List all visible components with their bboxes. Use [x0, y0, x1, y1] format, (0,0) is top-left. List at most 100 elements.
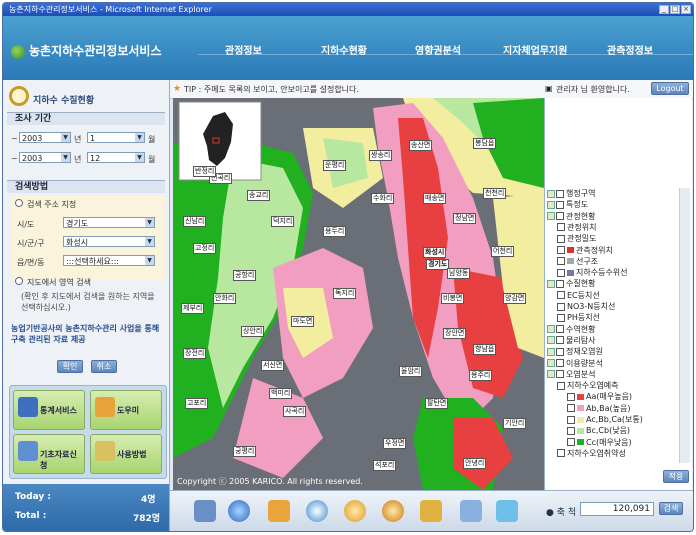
cancel-button[interactable]: 취소 — [91, 360, 117, 373]
tree-scrollbar[interactable] — [679, 188, 690, 463]
zoom-out-icon[interactable] — [382, 500, 404, 522]
basic-data-request-button[interactable]: 기초자료신청 — [13, 434, 85, 474]
layer-tree-item[interactable]: Aa(매우높음) — [567, 391, 632, 402]
layer-checkbox[interactable] — [557, 449, 565, 458]
layer-checkbox[interactable] — [556, 347, 564, 356]
layer-tree-item[interactable]: 행정구역 — [547, 188, 595, 199]
map-view[interactable]: 화성시 경기도 남양동 송산면 마도면 서신면 우정면 장안면 향남읍 정남면 … — [173, 98, 544, 490]
layer-tree-item[interactable]: Cc(매우낮음) — [567, 437, 632, 448]
layer-tree-item[interactable]: NO3-N등치선 — [557, 301, 615, 312]
zoom-in-icon[interactable] — [344, 500, 366, 522]
layer-tree-item[interactable]: 선구조 — [557, 256, 598, 267]
layer-checkbox[interactable] — [567, 438, 575, 447]
layer-checkbox[interactable] — [556, 359, 564, 367]
globe-icon[interactable] — [228, 500, 250, 522]
logout-button[interactable]: Logout — [651, 82, 689, 95]
measure-icon[interactable] — [460, 500, 482, 522]
nav-item-local-gov-support[interactable]: 지자체업무지원 — [503, 42, 567, 57]
layer-checkbox[interactable] — [567, 404, 575, 413]
layer-checkbox[interactable] — [557, 313, 565, 322]
stat-label-total: Total : — [15, 511, 47, 521]
layer-tree-item[interactable]: 물리탐사 — [547, 335, 595, 346]
layer-checkbox[interactable] — [567, 415, 575, 424]
expand-icon[interactable] — [547, 189, 555, 198]
emd-select[interactable]: :::선택하세요::: ▼ — [63, 255, 155, 266]
nav-item-influence-analysis[interactable]: 영향권분석 — [415, 42, 461, 57]
expand-icon[interactable] — [547, 212, 555, 221]
layer-checkbox[interactable] — [567, 392, 575, 401]
apply-button[interactable]: 적용 — [663, 470, 689, 483]
layer-tree-item[interactable]: 관정위치 — [557, 222, 596, 233]
layer-tree-item[interactable]: 지하수오염취약성 — [557, 448, 626, 459]
layer-checkbox[interactable] — [556, 336, 564, 345]
to-month-select[interactable]: 12 ▼ — [87, 152, 145, 163]
layer-tree-item[interactable]: 오염분석 — [547, 369, 595, 380]
confirm-button[interactable]: 확인 — [57, 360, 83, 373]
from-month-select[interactable]: 1 ▼ — [87, 132, 145, 143]
site-logo[interactable]: 농촌지하수관리정보서비스 — [11, 42, 161, 59]
layer-checkbox[interactable] — [556, 370, 564, 379]
layer-checkbox[interactable] — [556, 200, 564, 209]
expand-icon[interactable] — [547, 279, 555, 288]
survey-period-heading: 조사 기간 — [7, 112, 165, 125]
layer-checkbox[interactable] — [567, 426, 575, 435]
layer-checkbox[interactable] — [556, 212, 564, 221]
layer-tree-item[interactable]: 관정밀도 — [557, 233, 596, 244]
layer-checkbox[interactable] — [556, 189, 564, 198]
layer-tree-item[interactable]: 수질현황 — [547, 278, 595, 289]
layer-checkbox[interactable] — [557, 246, 565, 254]
monitor-icon[interactable] — [194, 500, 216, 522]
box-icon[interactable] — [268, 500, 290, 522]
helper-button[interactable]: 도우미 — [90, 390, 162, 430]
layer-checkbox[interactable] — [557, 257, 565, 266]
layer-tree-item[interactable]: Ac,Bb,Ca(보통) — [567, 414, 643, 425]
layer-checkbox[interactable] — [557, 381, 565, 390]
scale-search-button[interactable]: 검색 — [659, 502, 683, 515]
nav-item-groundwater-status[interactable]: 지하수현황 — [321, 42, 367, 57]
layer-checkbox[interactable] — [557, 291, 565, 300]
layer-tree-item[interactable]: 정재오염원 — [547, 346, 603, 357]
nav-item-well-info[interactable]: 관정정보 — [225, 42, 262, 57]
scale-input[interactable]: 120,091 — [580, 502, 654, 516]
legend-swatch — [577, 439, 584, 446]
expand-icon[interactable] — [547, 200, 555, 209]
layer-tree-item[interactable]: 관정현황 — [547, 211, 595, 222]
layer-checkbox[interactable] — [556, 279, 564, 288]
maximize-button[interactable]: □ — [670, 5, 680, 14]
statistics-service-button[interactable]: 통계서비스 — [13, 390, 85, 430]
close-button[interactable]: × — [681, 5, 691, 14]
layer-tree-item[interactable]: EC등치선 — [557, 290, 600, 301]
info-icon[interactable] — [496, 500, 518, 522]
sido-select[interactable]: 경기도 ▼ — [63, 217, 155, 228]
map-search-radio[interactable] — [15, 277, 23, 285]
from-year-select[interactable]: 2003 ▼ — [19, 132, 71, 143]
refresh-icon[interactable] — [306, 500, 328, 522]
sigungu-select[interactable]: 화성시 ▼ — [63, 236, 155, 247]
layer-checkbox[interactable] — [557, 268, 565, 277]
expand-icon[interactable] — [547, 347, 555, 356]
layer-tree-item[interactable]: 수역현황 — [547, 324, 595, 335]
to-year-select[interactable]: 2003 ▼ — [19, 152, 71, 163]
layer-tree-item[interactable]: PH등치선 — [557, 312, 600, 323]
layer-tree-panel: 행정구역 특정도 관정현황 관정위치 관정밀도 관측정위치 선구조 지하수등수위선 수질현황 EC… — [544, 98, 692, 490]
layer-checkbox[interactable] — [557, 302, 565, 311]
address-radio[interactable] — [15, 199, 23, 207]
how-to-use-button[interactable]: 사용방법 — [90, 434, 162, 474]
layer-tree-item[interactable]: Ab,Ba(높음) — [567, 403, 630, 414]
layer-tree-item[interactable]: 특정도 — [547, 199, 588, 210]
expand-icon[interactable] — [547, 359, 555, 367]
pan-icon[interactable] — [420, 500, 442, 522]
layer-checkbox[interactable] — [557, 223, 565, 232]
expand-icon[interactable] — [547, 336, 555, 345]
layer-tree-item[interactable]: 지하수등수위선 — [557, 267, 628, 278]
layer-checkbox[interactable] — [556, 325, 564, 334]
nav-item-monitoring-well[interactable]: 관측정정보 — [607, 42, 653, 57]
layer-checkbox[interactable] — [557, 234, 565, 243]
minimize-button[interactable]: _ — [659, 5, 669, 14]
layer-tree-item[interactable]: Bc,Cb(낮음) — [567, 425, 630, 436]
layer-tree-item[interactable]: 관측정위치 — [557, 245, 613, 256]
expand-icon[interactable] — [547, 370, 555, 379]
layer-tree-item[interactable]: 이용량분석 — [547, 358, 603, 369]
layer-tree-item[interactable]: 지하수오염예측 — [557, 380, 619, 391]
expand-icon[interactable] — [547, 325, 555, 334]
